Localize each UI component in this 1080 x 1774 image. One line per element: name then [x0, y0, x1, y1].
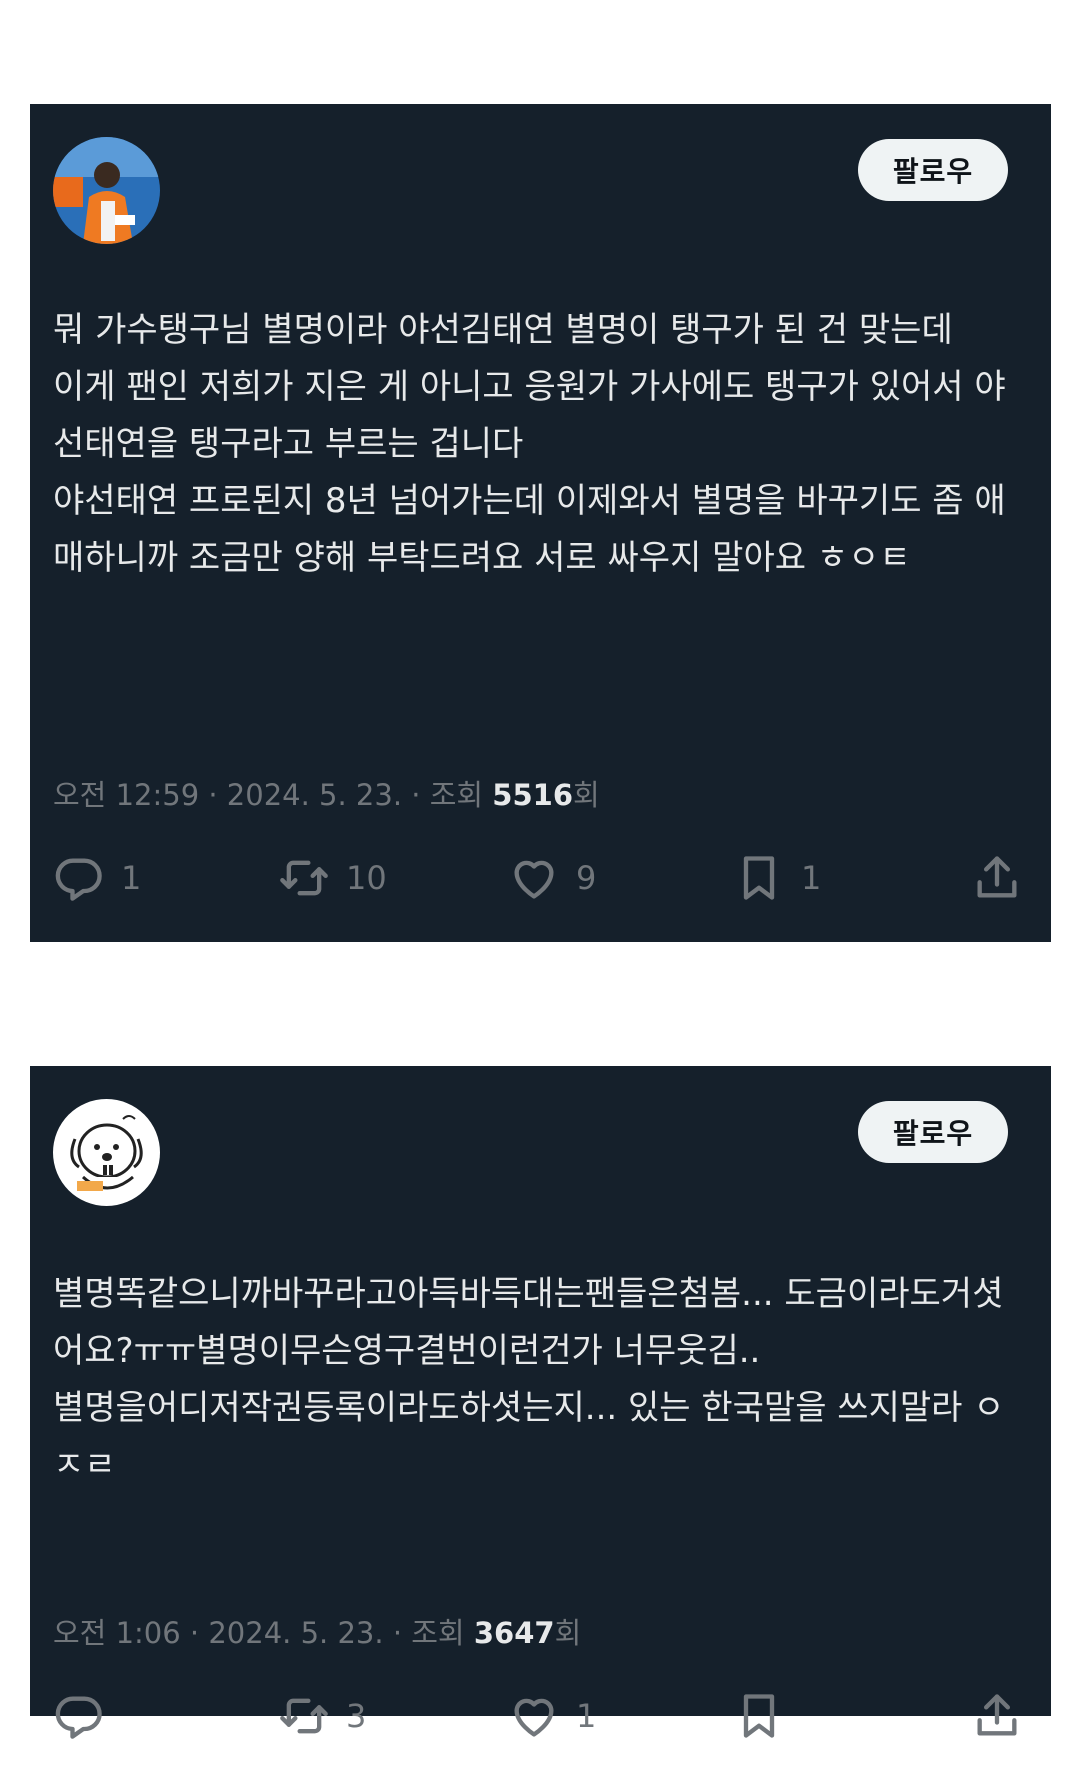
action-bar: 3 1	[53, 1686, 1033, 1746]
share-icon	[977, 856, 1017, 898]
retweet-icon	[280, 860, 328, 896]
follow-button[interactable]: 팔로우	[858, 1101, 1008, 1163]
bookmark-icon	[743, 856, 775, 900]
view-suffix: 회	[554, 1616, 582, 1650]
like-count: 1	[576, 1697, 597, 1735]
retweet-icon	[280, 1698, 328, 1734]
like-count: 9	[576, 859, 597, 897]
bookmark-icon	[743, 1694, 775, 1738]
tweet-card: 팔로우 별명똑같으니까바꾸라고아득바득대는팬들은첨봄... 도금이라도거셧어요?…	[30, 1066, 1051, 1739]
like-button[interactable]: 1	[508, 1686, 596, 1746]
reply-icon	[55, 858, 102, 901]
like-button[interactable]: 9	[508, 848, 596, 908]
share-button[interactable]	[971, 1686, 1023, 1746]
tweet-text: 별명똑같으니까바꾸라고아득바득대는팬들은첨봄... 도금이라도거셧어요?ㅠㅠ별명…	[53, 1274, 1005, 1485]
bookmark-button[interactable]	[733, 1686, 801, 1746]
tweet-meta: 오전 12:59 · 2024. 5. 23. · 조회 5516회	[53, 772, 600, 814]
reply-button[interactable]	[53, 1686, 121, 1746]
avatar[interactable]	[53, 137, 160, 244]
action-bar: 1 10 9 1	[53, 848, 1033, 908]
share-icon	[977, 1694, 1017, 1736]
reply-count: 1	[121, 859, 142, 897]
reply-button[interactable]: 1	[53, 848, 141, 908]
like-icon	[514, 1698, 554, 1737]
view-count: 3647	[473, 1616, 555, 1650]
reply-icon	[55, 1696, 102, 1739]
tweet-card: 팔로우 뭐 가수탱구님 별명이라 야선김태연 별명이 탱구가 된 건 맞는데 이…	[30, 104, 1051, 942]
bookmark-count: 1	[801, 859, 822, 897]
tweet-text: 뭐 가수탱구님 별명이라 야선김태연 별명이 탱구가 된 건 맞는데 이게 팬인…	[53, 310, 1006, 578]
retweet-count: 10	[346, 859, 387, 897]
view-count: 5516	[492, 778, 574, 812]
tweet-meta: 오전 1:06 · 2024. 5. 23. · 조회 3647회	[53, 1610, 581, 1652]
follow-button[interactable]: 팔로우	[858, 139, 1008, 201]
avatar[interactable]	[53, 1099, 160, 1206]
retweet-count: 3	[346, 1697, 367, 1735]
timestamp: 오전 12:59 · 2024. 5. 23. · 조회	[53, 778, 493, 812]
like-icon	[514, 860, 554, 899]
view-suffix: 회	[573, 778, 600, 812]
timestamp: 오전 1:06 · 2024. 5. 23. · 조회	[53, 1616, 474, 1650]
retweet-button[interactable]: 3	[278, 1686, 366, 1746]
retweet-button[interactable]: 10	[278, 848, 387, 908]
bookmark-button[interactable]: 1	[733, 848, 821, 908]
share-button[interactable]	[971, 848, 1023, 908]
